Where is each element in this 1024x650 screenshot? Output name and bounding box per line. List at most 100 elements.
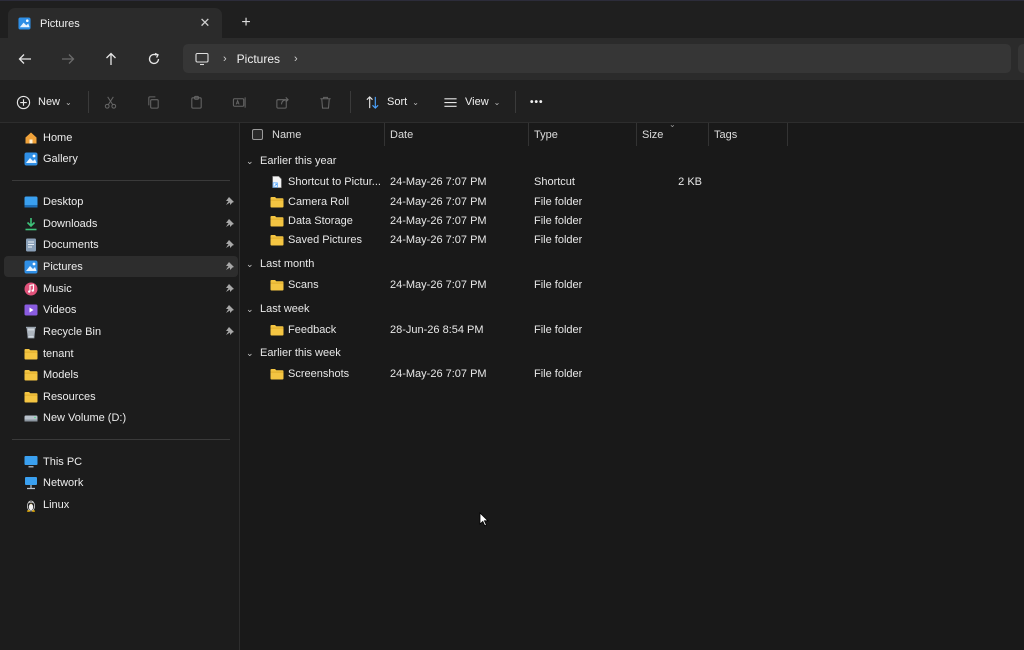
pin-icon[interactable]	[225, 239, 235, 249]
column-header-date[interactable]: Date	[390, 123, 413, 146]
pin-icon[interactable]	[225, 261, 235, 271]
pin-icon[interactable]	[225, 218, 235, 228]
sidebar-item-resources[interactable]: Resources	[4, 386, 238, 407]
table-row[interactable]: Camera Roll 24-May-26 7:07 PM File folde…	[241, 193, 1024, 213]
sidebar-item-desktop[interactable]: Desktop	[4, 191, 238, 212]
table-row[interactable]: Shortcut to Pictur... 24-May-26 7:07 PM …	[241, 173, 1024, 193]
pin-icon[interactable]	[225, 326, 235, 336]
column-header-size-label: Size	[642, 128, 664, 141]
view-list-icon	[444, 97, 457, 107]
computer-icon	[195, 52, 209, 65]
new-tab-button[interactable]: +	[236, 13, 256, 33]
clipboard-icon	[191, 95, 202, 109]
sidebar-item-gallery[interactable]: Gallery	[4, 148, 238, 169]
column-header-tags[interactable]: Tags	[714, 123, 737, 146]
copy-button[interactable]	[146, 91, 161, 113]
rename-icon	[232, 96, 246, 108]
table-row[interactable]: Feedback 28-Jun-26 8:54 PM File folder	[241, 321, 1024, 341]
column-divider[interactable]	[528, 123, 529, 146]
column-header-type[interactable]: Type	[534, 123, 558, 146]
breadcrumb-chevron-icon[interactable]: ›	[294, 53, 298, 65]
column-divider[interactable]	[708, 123, 709, 146]
group-header-last-week[interactable]: ⌄ Last week	[241, 299, 310, 319]
sidebar-item-network[interactable]: Network	[4, 472, 238, 493]
group-header-last-month[interactable]: ⌄ Last month	[241, 254, 314, 274]
file-name: Scans	[288, 279, 319, 291]
sidebar-item-this-pc[interactable]: This PC	[4, 451, 238, 472]
search-box[interactable]	[1018, 44, 1024, 73]
column-header-size[interactable]: Size	[642, 123, 663, 146]
sidebar-item-documents[interactable]: Documents	[4, 234, 238, 255]
delete-button[interactable]	[318, 91, 333, 113]
column-divider[interactable]	[384, 123, 385, 146]
file-type: File folder	[534, 215, 583, 227]
folder-icon	[270, 280, 284, 291]
cut-button[interactable]	[103, 91, 118, 113]
file-type: File folder	[534, 324, 583, 336]
pin-icon[interactable]	[225, 196, 235, 206]
column-divider[interactable]	[636, 123, 637, 146]
group-header-earlier-this-week[interactable]: ⌄ Earlier this week	[241, 343, 341, 363]
forward-button[interactable]	[55, 47, 81, 71]
file-name: Screenshots	[288, 368, 350, 380]
arrow-right-icon	[62, 54, 75, 64]
select-all-checkbox[interactable]	[252, 129, 263, 140]
close-tab-icon[interactable]: ✕	[196, 14, 214, 32]
table-row[interactable]: Screenshots 24-May-26 7:07 PM File folde…	[241, 365, 1024, 385]
column-divider[interactable]	[787, 123, 788, 146]
sidebar-item-recycle-bin[interactable]: Recycle Bin	[4, 321, 238, 342]
address-bar[interactable]: › Pictures ›	[183, 44, 1011, 73]
tab-pictures[interactable]: Pictures ✕	[8, 8, 222, 39]
sidebar-item-new-volume[interactable]: New Volume (D:)	[4, 407, 238, 428]
more-options-button[interactable]: •••	[530, 91, 544, 113]
sidebar-item-music[interactable]: Music	[4, 278, 238, 299]
table-row[interactable]: Saved Pictures 24-May-26 7:07 PM File fo…	[241, 231, 1024, 251]
breadcrumb-chevron-icon[interactable]: ›	[223, 53, 227, 65]
sidebar-item-models[interactable]: Models	[4, 364, 238, 385]
group-header-earlier-this-year[interactable]: ⌄ Earlier this year	[241, 151, 336, 171]
home-icon	[24, 131, 38, 145]
column-header-name[interactable]: Name	[272, 123, 301, 146]
up-button[interactable]	[98, 47, 124, 71]
view-label: View	[465, 96, 489, 108]
table-row[interactable]: Scans 24-May-26 7:07 PM File folder	[241, 276, 1024, 296]
sidebar-item-linux[interactable]: Linux	[4, 494, 238, 515]
sidebar-item-home[interactable]: Home	[4, 127, 238, 148]
back-button[interactable]	[12, 47, 38, 71]
new-button[interactable]: New ⌄	[16, 91, 72, 113]
pin-icon[interactable]	[225, 283, 235, 293]
file-type: File folder	[534, 234, 583, 246]
share-button[interactable]	[275, 91, 290, 113]
file-explorer-window: Pictures ✕ + › Pictures › New ⌄ Sort ⌄ V…	[0, 0, 1024, 650]
file-type: File folder	[534, 196, 583, 208]
table-row[interactable]: Data Storage 24-May-26 7:07 PM File fold…	[241, 212, 1024, 232]
sidebar-item-tenant[interactable]: tenant	[4, 343, 238, 364]
sidebar-item-pictures[interactable]: Pictures	[4, 256, 238, 277]
file-name: Shortcut to Pictur...	[288, 176, 380, 188]
sort-icon	[366, 95, 379, 109]
rename-button[interactable]	[232, 91, 247, 113]
sidebar-item-label: Music	[43, 282, 72, 295]
downloads-icon	[24, 217, 38, 231]
file-name: Saved Pictures	[288, 234, 362, 246]
refresh-button[interactable]	[141, 47, 167, 71]
sidebar-item-downloads[interactable]: Downloads	[4, 213, 238, 234]
sidebar-item-videos[interactable]: Videos	[4, 299, 238, 320]
documents-icon	[24, 238, 38, 252]
folder-icon	[270, 369, 284, 380]
shortcut-file-icon	[272, 176, 282, 188]
paste-button[interactable]	[189, 91, 204, 113]
pin-icon[interactable]	[225, 304, 235, 314]
arrow-up-icon	[106, 52, 116, 65]
recycle-bin-icon	[24, 325, 38, 339]
file-size: 2 KB	[678, 176, 702, 188]
sort-button[interactable]: Sort ⌄	[365, 91, 419, 113]
divider	[515, 91, 516, 113]
folder-icon	[24, 390, 38, 404]
view-button[interactable]: View ⌄	[443, 91, 500, 113]
linux-icon	[24, 498, 38, 512]
share-icon	[276, 96, 289, 109]
breadcrumb-pictures[interactable]: Pictures	[237, 52, 280, 66]
sort-indicator-icon: ⌄	[669, 120, 676, 129]
file-type: File folder	[534, 279, 583, 291]
